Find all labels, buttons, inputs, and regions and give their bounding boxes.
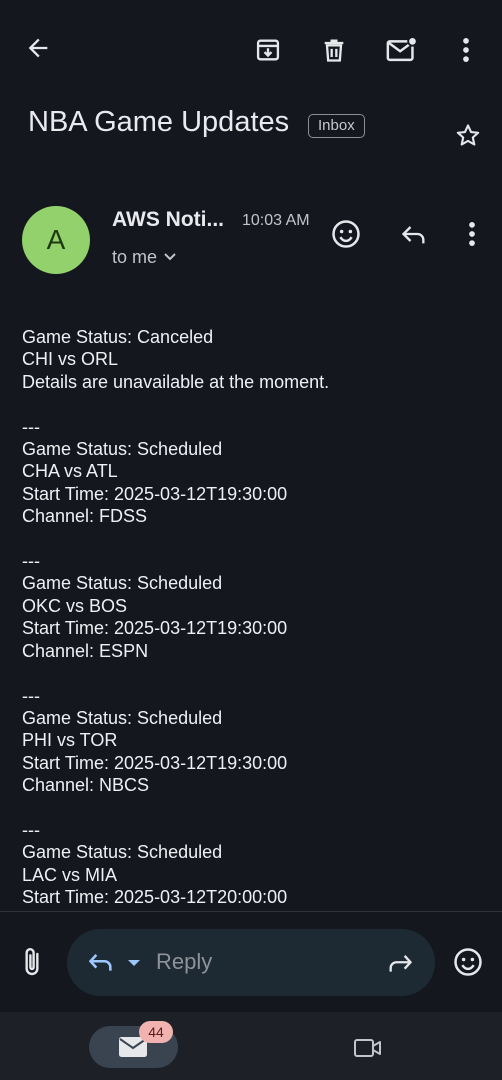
bottom-navigation [0, 1012, 502, 1080]
email-body: Game Status: Canceled CHI vs ORL Details… [0, 0, 502, 912]
video-camera-icon [353, 1036, 383, 1060]
email-body-text: Game Status: Canceled CHI vs ORL Details… [22, 327, 330, 908]
reply-placeholder[interactable]: Reply [156, 949, 212, 975]
reply-mode-dropdown-icon[interactable] [124, 950, 144, 976]
emoji-reaction-button[interactable] [450, 944, 486, 980]
smiley-icon [453, 947, 483, 977]
quick-reply-field[interactable] [67, 929, 435, 996]
reply-mode-icon[interactable] [86, 948, 116, 978]
unread-count-badge: 44 [139, 1021, 173, 1043]
meet-tab[interactable] [350, 1030, 386, 1066]
attach-button[interactable] [14, 944, 50, 980]
forward-icon [386, 951, 414, 977]
forward-button[interactable] [382, 946, 418, 982]
divider [0, 911, 502, 912]
paperclip-icon [20, 946, 44, 978]
